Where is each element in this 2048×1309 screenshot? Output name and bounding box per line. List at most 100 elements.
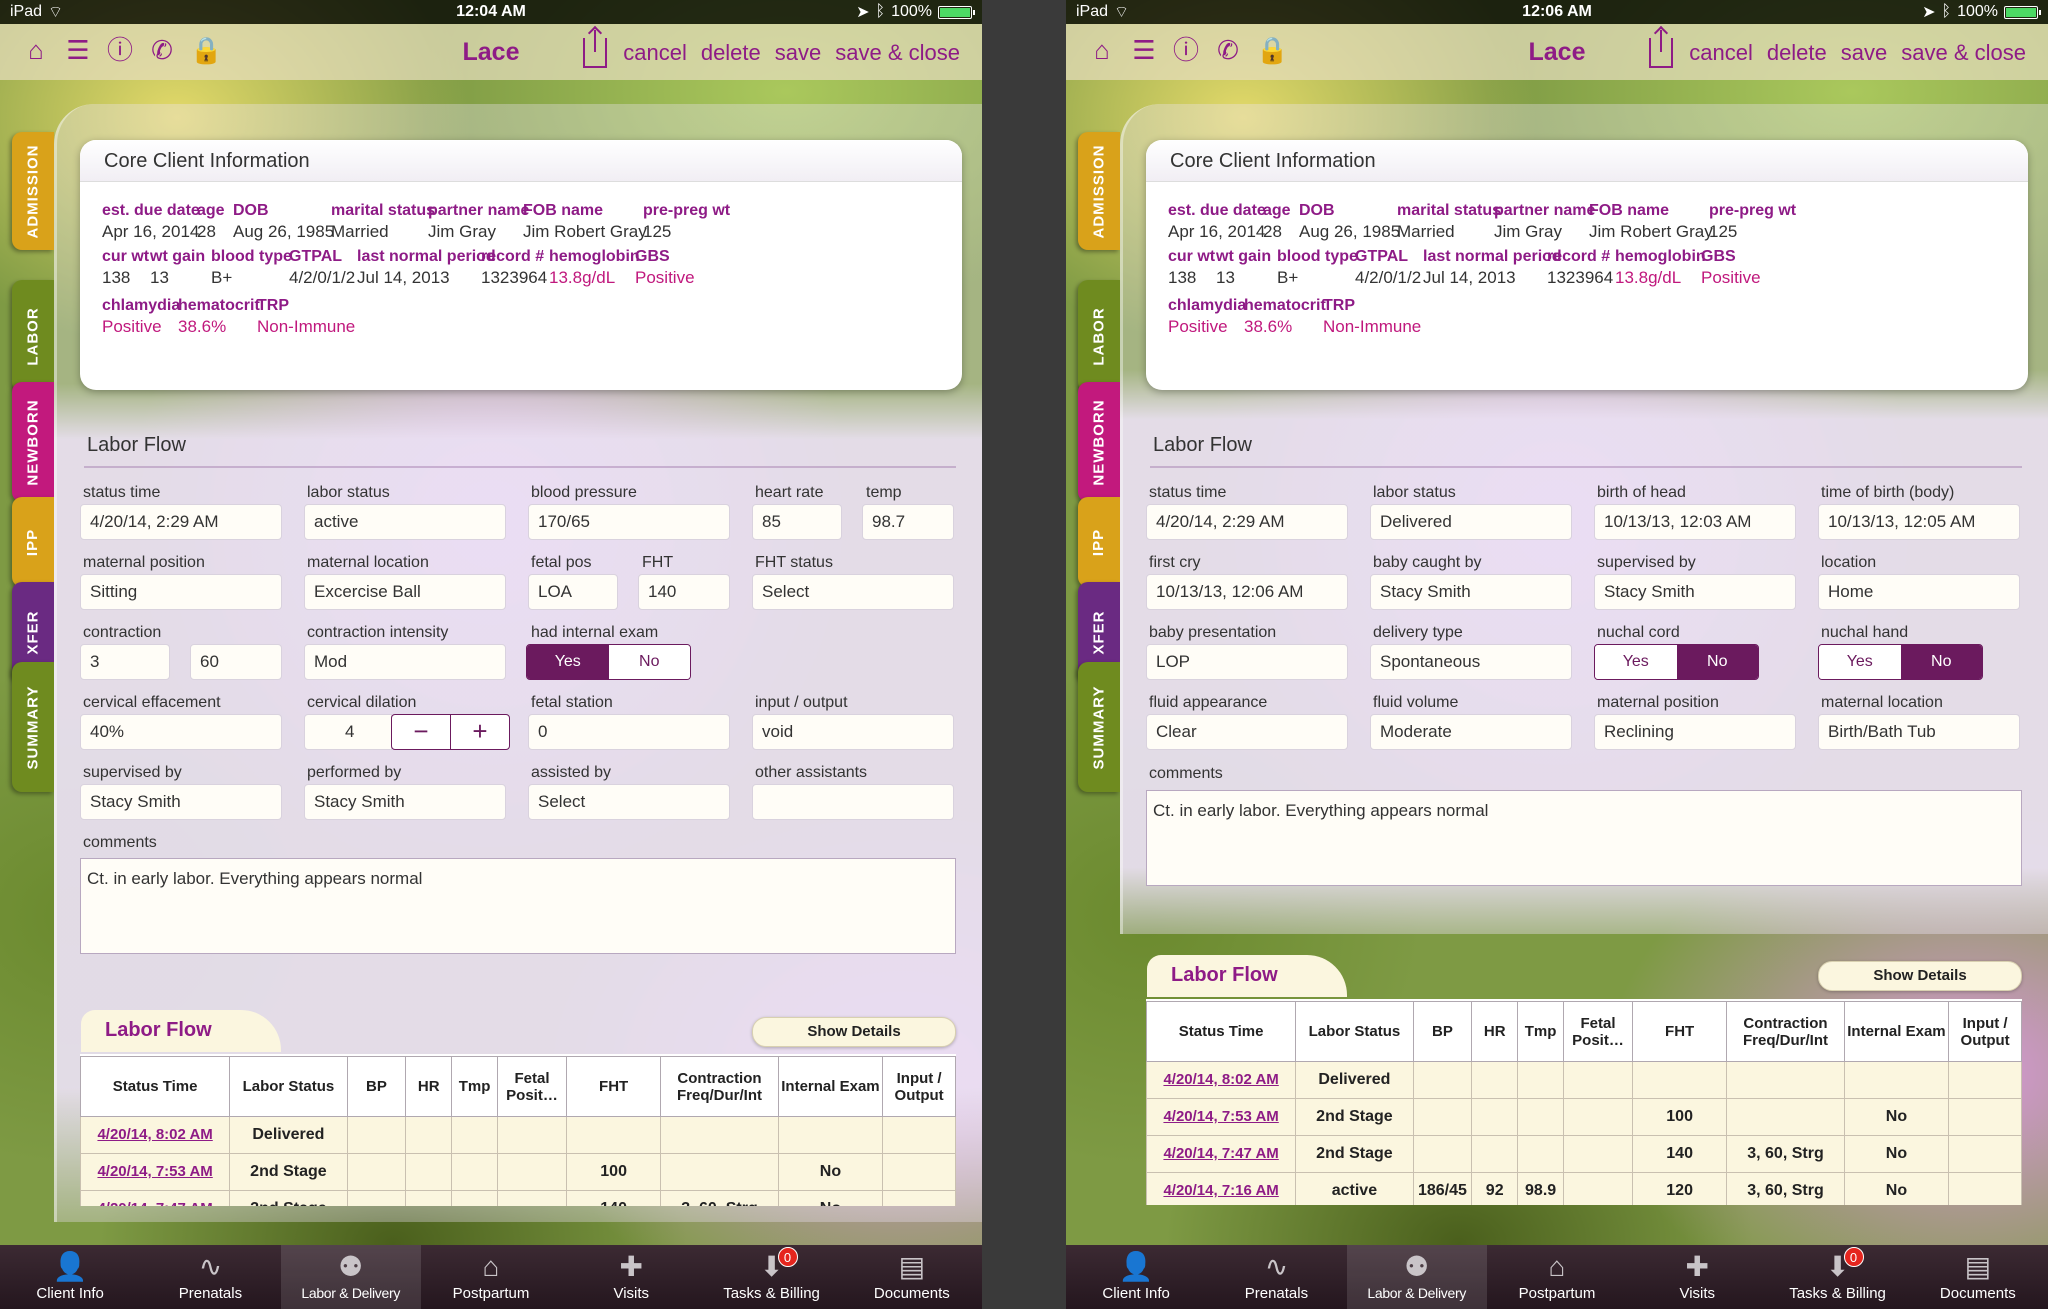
status-time-field[interactable]: 4/20/14, 2:29 AM [80, 504, 282, 540]
tab-postpartum[interactable]: ⌂ Postpartum [421, 1245, 561, 1309]
table-row[interactable]: 4/20/14, 7:16 AM active 186/45 92 98.9 120 3, … [1146, 1172, 2022, 1205]
show-details-button[interactable]: Show Details [1818, 961, 2022, 991]
cervical-effacement-field[interactable]: 40% [80, 714, 282, 750]
table-row[interactable]: 4/20/14, 8:02 AM Delivered [80, 1116, 956, 1154]
fht-field[interactable]: 140 [638, 574, 730, 610]
tab-prenatals[interactable]: ∿ Prenatals [140, 1245, 280, 1309]
save-button[interactable]: save [775, 40, 821, 66]
fluid-appearance-field[interactable]: Clear [1146, 714, 1348, 750]
table-row[interactable]: 4/20/14, 7:53 AM 2nd Stage 100 No [1146, 1098, 2022, 1136]
blood-pressure-field[interactable]: 170/65 [528, 504, 730, 540]
status-time-link[interactable]: 4/20/14, 8:02 AM [1163, 1071, 1278, 1088]
tab-documents[interactable]: ▤ Documents [842, 1245, 982, 1309]
tab-admission[interactable]: ADMISSION [1078, 132, 1120, 250]
status-time-link[interactable]: 4/20/14, 7:16 AM [1163, 1182, 1278, 1199]
tab-visits[interactable]: ✚ Visits [561, 1245, 701, 1309]
labor-status-field[interactable]: Delivered [1370, 504, 1572, 540]
phone-icon[interactable]: ✆ [1214, 36, 1242, 64]
yes-option[interactable]: Yes [1595, 645, 1677, 679]
temp-field[interactable]: 98.7 [862, 504, 954, 540]
delete-button[interactable]: delete [701, 40, 761, 66]
home-icon[interactable]: ⌂ [1088, 36, 1116, 64]
tab-documents[interactable]: ▤ Documents [1908, 1245, 2048, 1309]
labor-status-field[interactable]: active [304, 504, 506, 540]
location-field[interactable]: Home [1818, 574, 2020, 610]
yes-option[interactable]: Yes [527, 645, 609, 679]
performed-by-field[interactable]: Stacy Smith [304, 784, 506, 820]
no-option[interactable]: No [1900, 645, 1982, 679]
status-time-field[interactable]: 4/20/14, 2:29 AM [1146, 504, 1348, 540]
tab-ipp[interactable]: IPP [1078, 497, 1120, 587]
table-row[interactable]: 4/20/14, 7:47 AM 2nd Stage 1403, 60, StrgN… [1146, 1135, 2022, 1173]
tab-summary[interactable]: SUMMARY [12, 662, 54, 792]
tab-labor[interactable]: LABOR [1078, 280, 1120, 392]
status-time-link[interactable]: 4/20/14, 7:47 AM [1163, 1145, 1278, 1162]
share-icon[interactable] [583, 30, 608, 68]
dilation-minus-button[interactable]: − [391, 714, 451, 750]
status-time-link[interactable]: 4/20/14, 7:53 AM [97, 1163, 212, 1180]
fht-status-select[interactable]: Select [752, 574, 954, 610]
home-icon[interactable]: ⌂ [22, 36, 50, 64]
maternal-position-field[interactable]: Sitting [80, 574, 282, 610]
contraction-freq-field[interactable]: 3 [80, 644, 170, 680]
contraction-duration-field[interactable]: 60 [190, 644, 282, 680]
tab-labor[interactable]: LABOR [12, 280, 54, 392]
tab-newborn[interactable]: NEWBORN [12, 382, 54, 502]
tab-admission[interactable]: ADMISSION [12, 132, 54, 250]
tab-labor-delivery[interactable]: ⚉ Labor & Delivery [1346, 1245, 1487, 1309]
status-time-link[interactable]: 4/20/14, 8:02 AM [97, 1126, 212, 1143]
table-row[interactable]: 4/20/14, 7:47 AM 2nd Stage 1403, 60, StrgN… [80, 1190, 956, 1206]
dilation-plus-button[interactable]: + [450, 714, 510, 750]
supervised-by-field[interactable]: Stacy Smith [1594, 574, 1796, 610]
fetal-station-field[interactable]: 0 [528, 714, 730, 750]
cancel-button[interactable]: cancel [1689, 40, 1753, 66]
save-close-button[interactable]: save & close [835, 40, 960, 66]
input-output-field[interactable]: void [752, 714, 954, 750]
cancel-button[interactable]: cancel [623, 40, 687, 66]
fluid-volume-field[interactable]: Moderate [1370, 714, 1572, 750]
heart-rate-field[interactable]: 85 [752, 504, 842, 540]
delete-button[interactable]: delete [1767, 40, 1827, 66]
list-icon[interactable]: ☰ [64, 36, 92, 64]
maternal-position-field[interactable]: Reclining [1594, 714, 1796, 750]
birth-of-head-field[interactable]: 10/13/13, 12:03 AM [1594, 504, 1796, 540]
yes-option[interactable]: Yes [1819, 645, 1901, 679]
first-cry-field[interactable]: 10/13/13, 12:06 AM [1146, 574, 1348, 610]
info-icon[interactable]: ⓘ [106, 36, 134, 64]
lock-icon[interactable]: 🔒 [1256, 36, 1288, 64]
phone-icon[interactable]: ✆ [148, 36, 176, 64]
tab-prenatals[interactable]: ∿ Prenatals [1206, 1245, 1346, 1309]
comments-textarea[interactable]: Ct. in early labor. Everything appears n… [1146, 790, 2022, 886]
tab-tasks-billing[interactable]: ⬇ 0 Tasks & Billing [1767, 1245, 1907, 1309]
tab-ipp[interactable]: IPP [12, 497, 54, 587]
contraction-intensity-field[interactable]: Mod [304, 644, 506, 680]
tab-tasks-billing[interactable]: ⬇ 0 Tasks & Billing [701, 1245, 841, 1309]
info-icon[interactable]: ⓘ [1172, 36, 1200, 64]
tab-client-info[interactable]: 👤 Client Info [1066, 1245, 1206, 1309]
show-details-button[interactable]: Show Details [752, 1017, 956, 1047]
supervised-by-field[interactable]: Stacy Smith [80, 784, 282, 820]
tab-visits[interactable]: ✚ Visits [1627, 1245, 1767, 1309]
tab-summary[interactable]: SUMMARY [1078, 662, 1120, 792]
table-row[interactable]: 4/20/14, 8:02 AM Delivered [1146, 1061, 2022, 1099]
time-of-birth-field[interactable]: 10/13/13, 12:05 AM [1818, 504, 2020, 540]
tab-postpartum[interactable]: ⌂ Postpartum [1487, 1245, 1627, 1309]
comments-textarea[interactable]: Ct. in early labor. Everything appears n… [80, 858, 956, 954]
share-icon[interactable] [1649, 30, 1674, 68]
baby-presentation-field[interactable]: LOP [1146, 644, 1348, 680]
delivery-type-field[interactable]: Spontaneous [1370, 644, 1572, 680]
status-time-link[interactable]: 4/20/14, 7:47 AM [97, 1200, 212, 1206]
baby-caught-by-field[interactable]: Stacy Smith [1370, 574, 1572, 610]
table-row[interactable]: 4/20/14, 7:53 AM 2nd Stage 100 No [80, 1153, 956, 1191]
maternal-location-field[interactable]: Birth/Bath Tub [1818, 714, 2020, 750]
save-button[interactable]: save [1841, 40, 1887, 66]
tab-labor-delivery[interactable]: ⚉ Labor & Delivery [280, 1245, 421, 1309]
no-option[interactable]: No [1676, 645, 1758, 679]
tab-client-info[interactable]: 👤 Client Info [0, 1245, 140, 1309]
list-icon[interactable]: ☰ [1130, 36, 1158, 64]
tab-newborn[interactable]: NEWBORN [1078, 382, 1120, 502]
status-time-link[interactable]: 4/20/14, 7:53 AM [1163, 1108, 1278, 1125]
assisted-by-select[interactable]: Select [528, 784, 730, 820]
lock-icon[interactable]: 🔒 [190, 36, 222, 64]
fetal-pos-field[interactable]: LOA [528, 574, 618, 610]
